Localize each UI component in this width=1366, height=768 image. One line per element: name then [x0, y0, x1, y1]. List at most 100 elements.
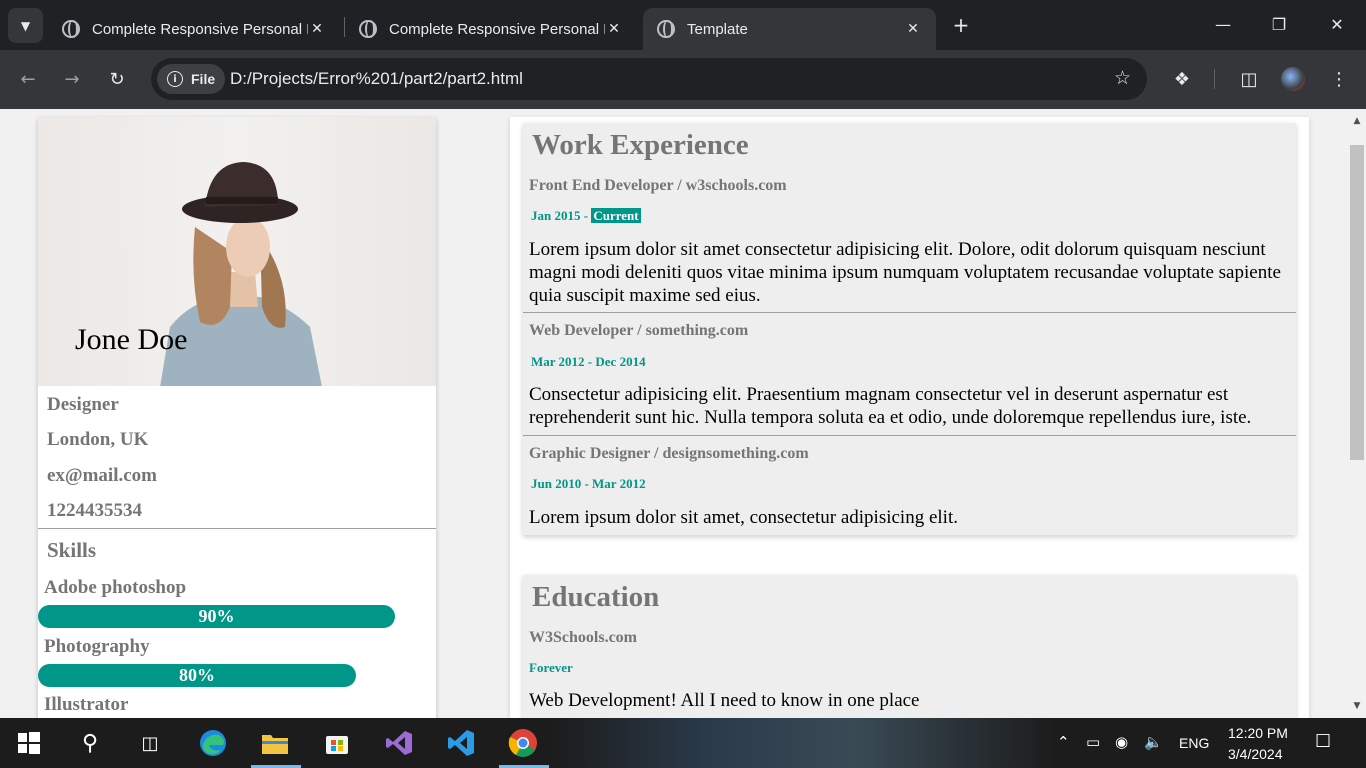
main-panel: Work Experience Front End Developer / w3…	[510, 117, 1309, 718]
info-icon: i	[167, 71, 183, 87]
toolbar-divider	[1214, 69, 1215, 89]
language-indicator[interactable]: ENG	[1179, 735, 1209, 751]
task-view-icon: ◫	[141, 732, 159, 754]
skills-heading: Skills	[47, 538, 97, 562]
site-info-chip[interactable]: i File	[157, 64, 226, 94]
plus-icon: +	[952, 13, 970, 37]
profile-photo: Jone Doe	[38, 117, 436, 386]
chevron-down-icon: ▼	[20, 18, 31, 33]
battery-icon[interactable]: ▭	[1086, 733, 1100, 751]
divider	[523, 435, 1296, 436]
profile-title: Designer	[47, 394, 119, 415]
task-view-button[interactable]: ◫	[133, 726, 167, 760]
reload-icon: ↻	[109, 68, 125, 90]
job-title: Graphic Designer / designsomething.com	[529, 445, 809, 462]
edge-taskbar-button[interactable]	[196, 726, 230, 760]
chevron-up-icon[interactable]: ⌃	[1057, 733, 1070, 751]
close-window-button[interactable]: ✕	[1325, 12, 1349, 36]
skill-progress-bar: 90%	[38, 605, 395, 628]
visual-studio-taskbar-button[interactable]	[382, 726, 416, 760]
clock-date: 3/4/2024	[1228, 746, 1283, 762]
store-taskbar-button[interactable]	[320, 726, 354, 760]
windows-taskbar: ⚲ ◫ ⌃ ▭ ◉ 🔈 ENG 12:20 PM 3/4/2024 ☐	[0, 718, 1366, 768]
close-icon[interactable]: ✕	[308, 21, 326, 37]
arrow-left-icon: ←	[20, 68, 36, 90]
address-bar[interactable]: i File D:/Projects/Error%201/part2/part2…	[151, 58, 1147, 100]
menu-button[interactable]: ⋮	[1326, 66, 1352, 92]
page-scrollbar[interactable]: ▲ ▼	[1348, 109, 1366, 718]
divider	[38, 528, 436, 529]
job-title: Front End Developer / w3schools.com	[529, 177, 787, 194]
star-icon[interactable]: ☆	[1114, 67, 1131, 89]
profile-email: ex@mail.com	[47, 465, 158, 486]
reload-button[interactable]: ↻	[104, 66, 130, 92]
skill-percent: 80%	[179, 665, 215, 685]
restore-button[interactable]: ❐	[1267, 12, 1291, 36]
education-card: Education W3Schools.com Forever Web Deve…	[523, 575, 1296, 718]
file-explorer-taskbar-button[interactable]	[258, 726, 292, 760]
puzzle-icon: ❖	[1173, 68, 1191, 90]
volume-icon[interactable]: 🔈	[1144, 733, 1163, 751]
tab-search-button[interactable]: ▼	[8, 8, 43, 43]
system-clock[interactable]: 12:20 PM 3/4/2024	[1228, 723, 1288, 765]
current-badge: Current	[591, 208, 641, 223]
work-heading: Work Experience	[532, 129, 749, 161]
url-text[interactable]: D:/Projects/Error%201/part2/part2.html	[230, 69, 523, 89]
back-button[interactable]: ←	[15, 66, 41, 92]
job-description: Lorem ipsum dolor sit amet, consectetur …	[529, 507, 958, 528]
profile-name: Jone Doe	[75, 323, 188, 356]
globe-icon	[62, 20, 80, 38]
profile-card: Jone Doe Designer London, UK ex@mail.com…	[38, 117, 436, 718]
profile-phone: 1224435534	[47, 500, 142, 521]
more-vertical-icon: ⋮	[1330, 68, 1348, 90]
tab-title: Complete Responsive Personal P	[389, 20, 605, 38]
new-tab-button[interactable]: +	[949, 13, 973, 37]
vscode-icon	[448, 730, 474, 756]
arrow-right-icon: →	[64, 68, 80, 90]
side-panel-button[interactable]: ◫	[1236, 66, 1262, 92]
minimize-button[interactable]: —	[1211, 12, 1235, 36]
tab-2[interactable]: Complete Responsive Personal P ✕	[345, 8, 637, 50]
notification-icon[interactable]: ☐	[1315, 731, 1331, 752]
skill-progress-bar: 80%	[38, 664, 356, 687]
tab-title: Template	[687, 20, 748, 38]
scroll-up-icon[interactable]: ▲	[1352, 116, 1362, 126]
network-icon[interactable]: ◉	[1115, 733, 1128, 751]
windows-logo-icon	[18, 732, 40, 754]
chrome-icon	[508, 729, 537, 757]
vscode-taskbar-button[interactable]	[444, 726, 478, 760]
tab-title: Complete Responsive Personal P	[92, 20, 308, 38]
page-viewport: Jone Doe Designer London, UK ex@mail.com…	[0, 109, 1348, 718]
tab-3-active[interactable]: Template ✕	[643, 8, 936, 50]
job-date-range: Jan 2015 -	[531, 208, 592, 223]
job-date: Jun 2010 - Mar 2012	[531, 476, 646, 491]
search-button[interactable]: ⚲	[73, 726, 107, 760]
clock-time: 12:20 PM	[1228, 725, 1288, 741]
edge-icon	[200, 730, 226, 756]
site-info-label: File	[191, 71, 216, 87]
close-icon[interactable]: ✕	[904, 21, 922, 37]
job-title: Web Developer / something.com	[529, 322, 749, 339]
scroll-thumb[interactable]	[1350, 145, 1364, 460]
education-date: Forever	[529, 660, 573, 675]
education-heading: Education	[532, 581, 660, 613]
education-description: Web Development! All I need to know in o…	[529, 690, 920, 711]
profile-avatar[interactable]	[1281, 67, 1305, 91]
job-date: Mar 2012 - Dec 2014	[531, 354, 646, 369]
job-description: Lorem ipsum dolor sit amet consectetur a…	[529, 239, 1281, 306]
tab-1[interactable]: Complete Responsive Personal P ✕	[48, 8, 340, 50]
skill-name: Adobe photoshop	[44, 577, 187, 598]
divider	[523, 312, 1296, 313]
visual-studio-icon	[386, 731, 412, 755]
profile-location: London, UK	[47, 429, 149, 450]
store-icon	[326, 736, 348, 754]
close-icon[interactable]: ✕	[605, 21, 623, 37]
work-experience-card: Work Experience Front End Developer / w3…	[523, 123, 1296, 535]
start-button[interactable]	[12, 726, 46, 760]
scroll-down-icon[interactable]: ▼	[1352, 701, 1362, 711]
school-name: W3Schools.com	[529, 629, 637, 646]
forward-button[interactable]: →	[59, 66, 85, 92]
extensions-button[interactable]: ❖	[1169, 66, 1195, 92]
chrome-taskbar-button[interactable]	[506, 726, 540, 760]
folder-icon	[262, 735, 288, 754]
